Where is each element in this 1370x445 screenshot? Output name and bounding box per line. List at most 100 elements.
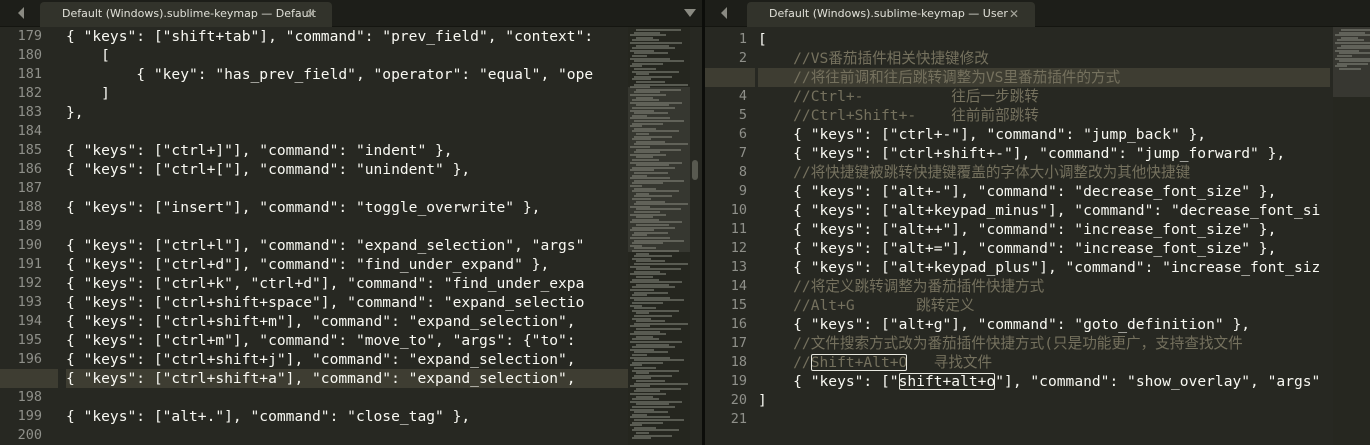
line-number: 19 xyxy=(730,373,747,389)
code-line[interactable]: { "keys": ["shift+tab"], "command": "pre… xyxy=(66,27,593,46)
code-area[interactable]: [ //VS番茄插件相关快捷键修改 //将往前调和往后跳转调整为VS里番茄插件的… xyxy=(758,27,1330,445)
line-number: 11 xyxy=(730,221,747,237)
code-line[interactable]: { "keys": ["shift+alt+o"], "command": "s… xyxy=(758,372,1320,391)
code-line[interactable]: { "keys": ["ctrl+k", "ctrl+d"], "command… xyxy=(66,274,584,293)
line-number: 15 xyxy=(730,297,747,313)
vertical-scrollbar[interactable] xyxy=(690,27,700,445)
code-line[interactable]: { "keys": ["alt++"], "command": "increas… xyxy=(758,220,1276,239)
selection-outline: Shift+Alt+O xyxy=(810,354,908,371)
line-number: 14 xyxy=(730,278,747,294)
line-number: 21 xyxy=(730,411,747,427)
tab-default-keymap[interactable]: Default (Windows).sublime-keymap — Defau… xyxy=(40,2,332,27)
line-number: 185 xyxy=(17,142,42,158)
code-line[interactable]: { "keys": ["ctrl+l"], "command": "expand… xyxy=(66,236,584,255)
code-area[interactable]: { "keys": ["shift+tab"], "command": "pre… xyxy=(66,27,628,445)
code-line[interactable]: { "keys": ["ctrl+]"], "command": "indent… xyxy=(66,141,453,160)
line-number: 7 xyxy=(738,145,747,161)
code-line[interactable]: { "keys": ["ctrl+shift+a"], "command": "… xyxy=(66,369,576,388)
editor-pane-left[interactable]: Default (Windows).sublime-keymap — Defau… xyxy=(0,0,702,445)
code-line[interactable]: { "keys": ["alt+="], "command": "increas… xyxy=(758,239,1276,258)
code-line[interactable]: { "keys": ["ctrl+shift+-"], "command": "… xyxy=(758,144,1285,163)
line-number: 20 xyxy=(730,392,747,408)
code-line[interactable]: //Shift+Alt+O 寻找文件 xyxy=(758,353,992,372)
minimap-row xyxy=(1339,68,1361,70)
line-number: 180 xyxy=(17,47,42,63)
editor-pane-right[interactable]: Default (Windows).sublime-keymap — User … xyxy=(705,0,1370,445)
current-line-highlight xyxy=(0,369,58,388)
code-line[interactable]: { "keys": ["ctrl+["], "command": "uninde… xyxy=(66,160,470,179)
tab-user-keymap[interactable]: Default (Windows).sublime-keymap — User … xyxy=(747,2,1035,27)
code-line[interactable]: { "keys": ["ctrl+shift+space"], "command… xyxy=(66,293,584,312)
line-number: 16 xyxy=(730,316,747,332)
minimap-row xyxy=(632,437,651,440)
tab-scroll-left-icon[interactable] xyxy=(721,7,727,19)
line-number: 18 xyxy=(730,354,747,370)
line-number: 182 xyxy=(17,85,42,101)
line-number: 192 xyxy=(17,275,42,291)
line-number: 8 xyxy=(738,164,747,180)
line-number: 10 xyxy=(730,202,747,218)
code-line[interactable]: { "keys": ["ctrl+shift+m"], "command": "… xyxy=(66,312,576,331)
line-number: 6 xyxy=(738,126,747,142)
code-line[interactable]: ] xyxy=(66,84,110,103)
code-line[interactable]: //Alt+G 跳转定义 xyxy=(758,296,974,315)
line-number: 187 xyxy=(17,180,42,196)
tab-title: Default (Windows).sublime-keymap — User xyxy=(769,7,1008,20)
code-line[interactable]: //VS番茄插件相关快捷键修改 xyxy=(758,49,989,68)
code-line[interactable]: { "keys": ["alt+keypad_plus"], "command"… xyxy=(758,258,1320,277)
code-line[interactable]: { "keys": ["alt+-"], "command": "decreas… xyxy=(758,182,1276,201)
line-number: 186 xyxy=(17,161,42,177)
line-number: 195 xyxy=(17,332,42,348)
code-line[interactable]: { "keys": ["ctrl+shift+j"], "command": "… xyxy=(66,350,576,369)
code-line[interactable]: //将定义跳转调整为番茄插件快捷方式 xyxy=(758,277,1044,296)
code-line[interactable]: ] xyxy=(758,391,767,410)
line-number: 2 xyxy=(738,50,747,66)
line-number: 190 xyxy=(17,237,42,253)
code-line[interactable]: { "keys": ["ctrl+m"], "command": "move_t… xyxy=(66,331,576,350)
code-line[interactable]: { "keys": ["ctrl+d"], "command": "find_u… xyxy=(66,255,549,274)
line-number: 1 xyxy=(738,31,747,47)
code-line[interactable]: //Ctrl+- 往后一步跳转 xyxy=(758,87,1039,106)
line-number: 183 xyxy=(17,104,42,120)
line-number: 13 xyxy=(730,259,747,275)
line-number: 188 xyxy=(17,199,42,215)
code-line[interactable]: }, xyxy=(66,103,84,122)
line-number: 4 xyxy=(738,88,747,104)
selection-outline: shift+alt+o xyxy=(898,373,996,390)
line-number: 12 xyxy=(730,240,747,256)
line-number: 199 xyxy=(17,408,42,424)
line-number: 193 xyxy=(17,294,42,310)
code-line[interactable]: //Ctrl+Shift+- 往前前部跳转 xyxy=(758,106,1039,125)
code-line[interactable]: { "keys": ["alt+."], "command": "close_t… xyxy=(66,407,470,426)
code-line[interactable]: //将快捷键被跳转快捷键覆盖的字体大小调整改为其他快捷键 xyxy=(758,163,1190,182)
code-line[interactable]: { "keys": ["alt+keypad_minus"], "command… xyxy=(758,201,1320,220)
line-number: 200 xyxy=(17,427,42,443)
line-number: 179 xyxy=(17,28,42,44)
scrollbar-thumb[interactable] xyxy=(692,160,698,180)
tab-list-dropdown-icon[interactable] xyxy=(684,9,696,17)
tab-close-icon[interactable]: ✕ xyxy=(1009,2,1019,26)
tab-bar-left: Default (Windows).sublime-keymap — Defau… xyxy=(0,0,702,27)
code-line[interactable]: //文件搜索方式改为番茄插件快捷方式(只是功能更广，支持查找文件 xyxy=(758,334,1243,353)
line-number: 191 xyxy=(17,256,42,272)
line-number: 184 xyxy=(17,123,42,139)
minimap[interactable] xyxy=(628,27,690,445)
code-line[interactable]: { "keys": ["ctrl+-"], "command": "jump_b… xyxy=(758,125,1206,144)
code-line[interactable]: //将往前调和往后跳转调整为VS里番茄插件的方式 xyxy=(758,68,1120,87)
tab-close-icon[interactable]: ✕ xyxy=(306,2,316,26)
minimap[interactable] xyxy=(1333,27,1370,445)
line-number: 196 xyxy=(17,351,42,367)
line-number-gutter: 123456789101112131415161718192021 xyxy=(705,27,760,445)
line-number: 194 xyxy=(17,313,42,329)
code-line[interactable]: [ xyxy=(66,46,110,65)
code-line[interactable]: { "key": "has_prev_field", "operator": "… xyxy=(66,65,593,84)
tab-scroll-left-icon[interactable] xyxy=(18,7,24,19)
line-number: 9 xyxy=(738,183,747,199)
tab-bar-right: Default (Windows).sublime-keymap — User … xyxy=(705,0,1370,27)
code-line[interactable]: { "keys": ["insert"], "command": "toggle… xyxy=(66,198,540,217)
line-number: 181 xyxy=(17,66,42,82)
line-number: 5 xyxy=(738,107,747,123)
code-line[interactable]: [ xyxy=(758,30,767,49)
current-line-highlight xyxy=(705,68,755,87)
code-line[interactable]: { "keys": ["alt+g"], "command": "goto_de… xyxy=(758,315,1250,334)
